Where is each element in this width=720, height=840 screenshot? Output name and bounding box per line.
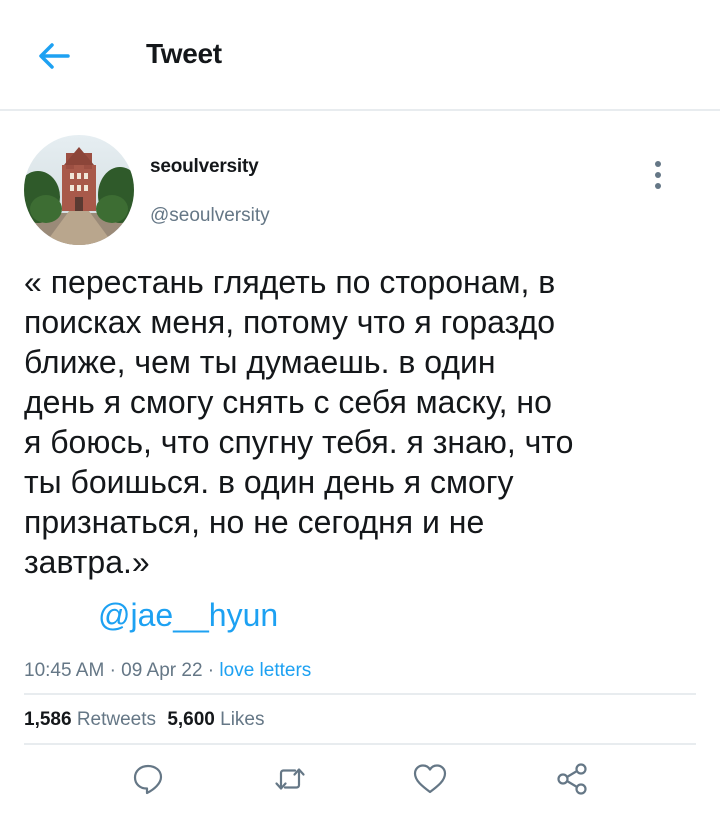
tweet-stats: 1,586 Retweets 5,600 Likes [24,709,265,731]
tweet-text: « перестань глядеть по сторонам, в поиск… [24,264,574,580]
like-button[interactable] [410,757,450,801]
mention-link[interactable]: @jae__hyun [98,595,278,635]
likes-count: 5,600 [167,709,215,730]
tweet-time: 10:45 AM [24,660,105,681]
reply-button[interactable] [128,757,168,801]
tweet-metadata: 10:45 AM · 09 Apr 22 · love letters [24,660,312,681]
tweet-source-link[interactable]: love letters [219,660,311,681]
share-button[interactable] [552,757,592,801]
arrow-left-icon [39,43,70,69]
heart-icon [413,764,447,794]
more-vertical-icon [655,161,661,167]
user-handle[interactable]: @seoulversity [150,205,270,227]
retweet-button[interactable] [270,757,310,801]
more-options-button[interactable] [645,155,671,195]
avatar[interactable] [24,135,134,245]
reply-icon [133,764,163,795]
display-name[interactable]: seoulversity [150,156,259,178]
back-button[interactable] [34,38,74,74]
retweet-icon [275,768,305,790]
retweets-stat[interactable]: 1,586 Retweets [24,709,156,730]
tweet-date: 09 Apr 22 [121,660,203,681]
avatar-image [24,135,134,245]
tweet-actions [0,757,720,807]
top-bar: Tweet [0,0,720,111]
likes-label: Likes [220,709,265,730]
page-title: Tweet [146,38,222,69]
divider [24,693,696,695]
likes-stat[interactable]: 5,600 Likes [167,709,264,730]
divider [24,743,696,745]
share-icon [557,763,587,795]
retweets-label: Retweets [76,709,157,730]
retweets-count: 1,586 [24,709,72,730]
